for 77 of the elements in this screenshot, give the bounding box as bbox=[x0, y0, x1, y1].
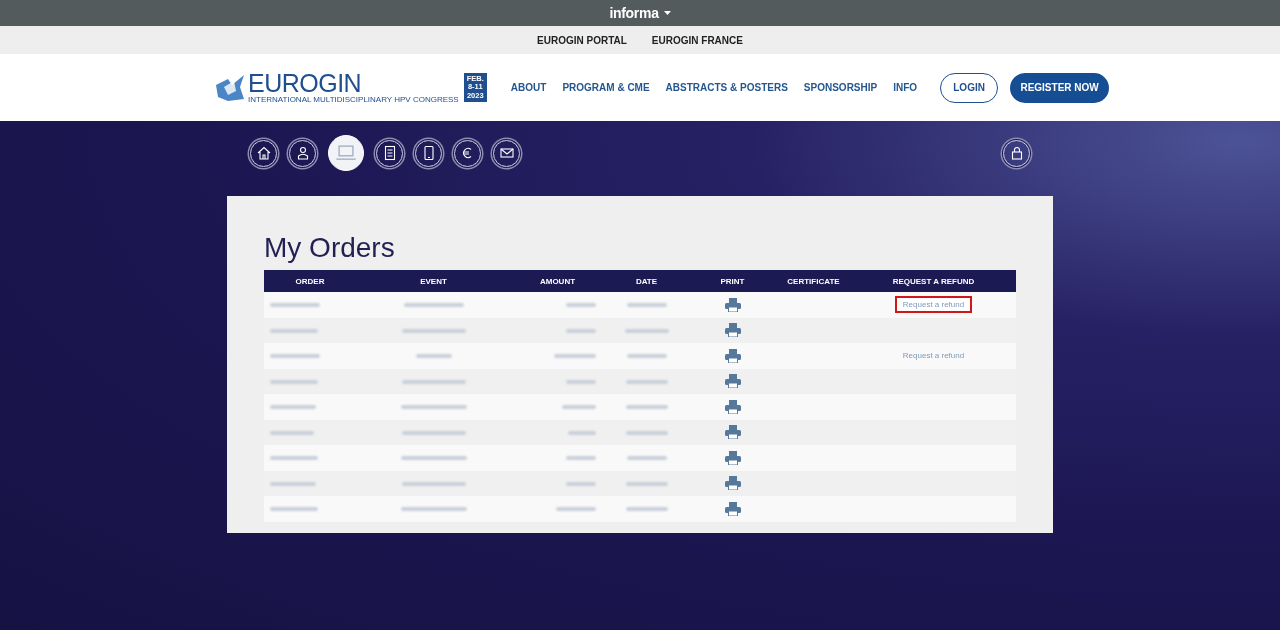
logo-wordmark: EUROGIN bbox=[248, 71, 363, 95]
redacted-text bbox=[270, 328, 318, 333]
column-header: CERTIFICATE bbox=[787, 276, 840, 286]
redacted-text bbox=[566, 481, 596, 486]
document-nav-button[interactable] bbox=[376, 139, 403, 167]
redacted-text bbox=[625, 379, 668, 384]
printer-icon[interactable] bbox=[724, 450, 741, 465]
tablet-nav-button[interactable] bbox=[415, 139, 442, 167]
redacted-text bbox=[626, 303, 667, 308]
column-header: AMOUNT bbox=[539, 276, 576, 286]
redacted-text bbox=[625, 481, 668, 486]
redacted-text bbox=[556, 507, 596, 512]
printer-icon[interactable] bbox=[724, 297, 741, 312]
nav-link[interactable]: INFO bbox=[893, 82, 918, 93]
column-header: ORDER bbox=[295, 276, 325, 286]
lock-button[interactable] bbox=[1003, 139, 1030, 167]
redacted-text bbox=[401, 430, 466, 435]
nav-link[interactable]: SPONSORSHIP bbox=[803, 82, 878, 93]
logo-mark-icon bbox=[214, 72, 246, 103]
redacted-text bbox=[566, 456, 596, 461]
portal-link[interactable]: EUROGIN PORTAL bbox=[537, 34, 627, 46]
brand-menu[interactable]: informa bbox=[609, 5, 671, 21]
redacted-text bbox=[270, 354, 320, 359]
mail-nav-button[interactable] bbox=[493, 139, 520, 167]
printer-icon[interactable] bbox=[724, 476, 741, 491]
redacted-text bbox=[270, 430, 314, 435]
caret-icon bbox=[663, 11, 671, 15]
column-header: DATE bbox=[635, 276, 658, 286]
nav-link[interactable]: PROGRAM & CME bbox=[562, 82, 650, 93]
redacted-text bbox=[400, 405, 467, 410]
column-header: REQUEST A REFUND bbox=[892, 276, 975, 286]
redacted-text bbox=[401, 328, 466, 333]
redacted-text bbox=[566, 328, 596, 333]
printer-icon[interactable] bbox=[724, 501, 741, 516]
home-nav-button[interactable] bbox=[250, 139, 277, 167]
redacted-text bbox=[270, 456, 318, 461]
redacted-text bbox=[554, 354, 596, 359]
printer-icon[interactable] bbox=[724, 399, 741, 414]
column-header: EVENT bbox=[420, 276, 447, 286]
redacted-text bbox=[270, 405, 316, 410]
euro-nav-button[interactable] bbox=[454, 139, 481, 167]
redacted-text bbox=[566, 379, 596, 384]
redacted-text bbox=[568, 430, 596, 435]
person-nav-button[interactable] bbox=[289, 139, 316, 167]
redacted-text bbox=[566, 303, 596, 308]
redacted-text bbox=[401, 481, 466, 486]
redacted-text bbox=[270, 481, 316, 486]
printer-icon[interactable] bbox=[724, 425, 741, 440]
redacted-text bbox=[562, 405, 596, 410]
logo-subtitle: INTERNATIONAL MULTIDISCIPLINARY HPV CONGRESS bbox=[248, 95, 459, 104]
printer-icon[interactable] bbox=[724, 323, 741, 338]
laptop-nav-button[interactable] bbox=[328, 135, 364, 171]
nav-link[interactable]: ABSTRACTS & POSTERS bbox=[665, 82, 788, 93]
nav-link[interactable]: ABOUT bbox=[510, 82, 547, 93]
redacted-text bbox=[625, 405, 668, 410]
redacted-text bbox=[626, 354, 667, 359]
redacted-text bbox=[626, 456, 667, 461]
redacted-text bbox=[270, 379, 318, 384]
redacted-text bbox=[401, 379, 466, 384]
redacted-text bbox=[624, 328, 669, 333]
login-button[interactable]: LOGIN bbox=[940, 72, 999, 103]
redacted-text bbox=[400, 507, 467, 512]
printer-icon[interactable] bbox=[724, 348, 741, 363]
redacted-text bbox=[403, 303, 464, 308]
redacted-text bbox=[625, 507, 668, 512]
page-title: My Orders bbox=[264, 232, 396, 264]
redacted-text bbox=[270, 507, 318, 512]
home-icon bbox=[255, 145, 272, 161]
redacted-text bbox=[400, 456, 467, 461]
printer-icon[interactable] bbox=[724, 374, 741, 389]
mail-icon bbox=[498, 145, 515, 161]
portal-link[interactable]: EUROGIN FRANCE bbox=[651, 34, 743, 46]
column-header: PRINT bbox=[720, 276, 745, 286]
redacted-text bbox=[625, 430, 668, 435]
register-button[interactable]: REGISTER NOW bbox=[1010, 72, 1110, 103]
redacted-text bbox=[415, 354, 452, 359]
redacted-text bbox=[270, 303, 320, 308]
